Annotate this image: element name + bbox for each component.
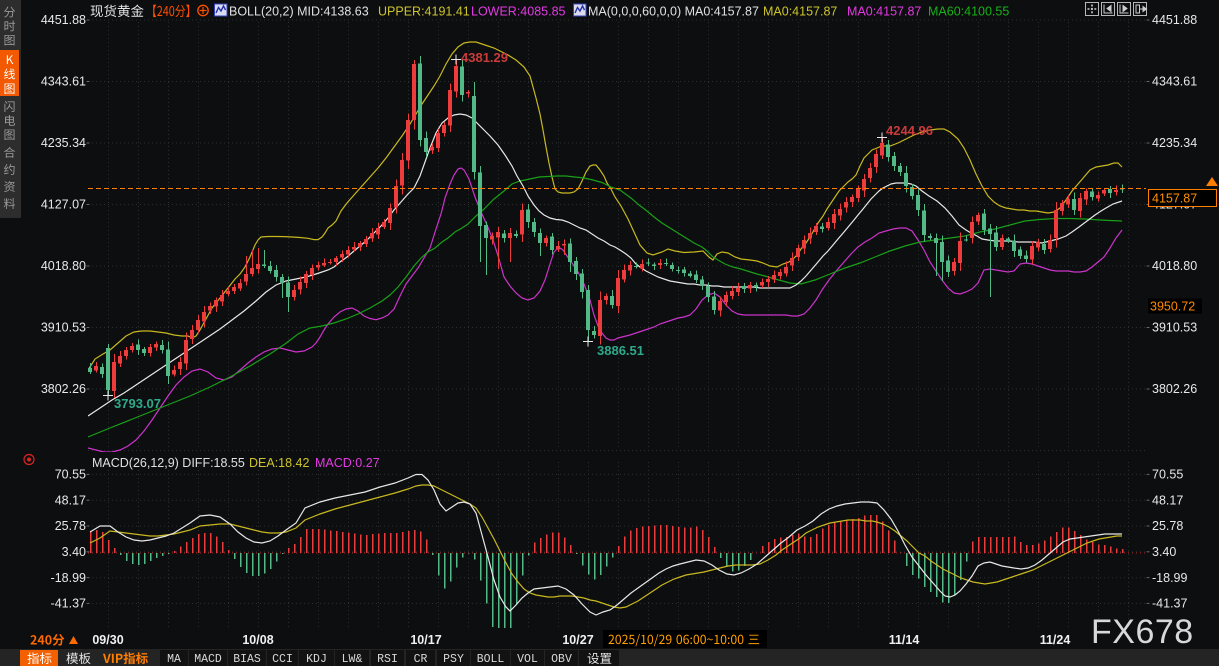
svg-text:11/24: 11/24: [1040, 633, 1071, 647]
svg-text:3802.26: 3802.26: [41, 382, 86, 396]
svg-text:48.17: 48.17: [55, 493, 86, 507]
svg-text:10/27: 10/27: [562, 633, 593, 647]
svg-text:3793.07: 3793.07: [114, 396, 161, 411]
svg-text:-18.99: -18.99: [51, 571, 86, 585]
svg-text:4018.80: 4018.80: [1152, 259, 1197, 273]
svg-text:UPPER:4191.41: UPPER:4191.41: [378, 5, 470, 19]
svg-text:MA60:4100.55: MA60:4100.55: [928, 5, 1009, 19]
svg-text:MA0:4157.87: MA0:4157.87: [763, 5, 837, 19]
svg-text:LOWER:4085.85: LOWER:4085.85: [471, 5, 566, 19]
svg-text:4127.07: 4127.07: [41, 198, 86, 212]
svg-text:-41.37: -41.37: [1152, 597, 1187, 611]
svg-text:MA0:4157.87: MA0:4157.87: [847, 5, 921, 19]
svg-text:BIAS: BIAS: [233, 653, 261, 666]
svg-text:VOL: VOL: [517, 653, 538, 666]
svg-text:MA(0,0,0,60,0,0) MA0:4157.87: MA(0,0,0,60,0,0) MA0:4157.87: [588, 5, 759, 19]
svg-text:70.55: 70.55: [1152, 468, 1183, 482]
svg-text:MACD: MACD: [194, 653, 222, 666]
svg-text:CR: CR: [414, 653, 428, 666]
svg-text:25.78: 25.78: [55, 519, 86, 533]
svg-text:MA: MA: [167, 653, 181, 666]
svg-text:3950.72: 3950.72: [1150, 300, 1195, 314]
svg-text:4451.88: 4451.88: [41, 13, 86, 27]
svg-text:3910.53: 3910.53: [41, 321, 86, 335]
svg-text:11/14: 11/14: [889, 633, 920, 647]
svg-text:KDJ: KDJ: [306, 653, 327, 666]
svg-text:-41.37: -41.37: [51, 597, 86, 611]
svg-text:70.55: 70.55: [55, 468, 86, 482]
svg-text:48.17: 48.17: [1152, 493, 1183, 507]
svg-text:09/30: 09/30: [92, 633, 123, 647]
svg-text:LW&: LW&: [342, 653, 363, 666]
svg-text:BOLL(20,2) MID:4138.63: BOLL(20,2) MID:4138.63: [229, 5, 369, 19]
svg-text:CCI: CCI: [272, 653, 293, 666]
svg-text:PSY: PSY: [443, 653, 464, 666]
svg-text:MACD(26,12,9) DIFF:18.55: MACD(26,12,9) DIFF:18.55: [92, 456, 245, 470]
svg-text:3886.51: 3886.51: [597, 343, 644, 358]
svg-text:3.40: 3.40: [1152, 545, 1176, 559]
svg-text:MACD:0.27: MACD:0.27: [315, 456, 380, 470]
svg-text:3910.53: 3910.53: [1152, 321, 1197, 335]
svg-text:4343.61: 4343.61: [1152, 75, 1197, 89]
svg-text:BOLL: BOLL: [477, 653, 505, 666]
svg-text:4018.80: 4018.80: [41, 259, 86, 273]
svg-text:3.40: 3.40: [62, 545, 86, 559]
svg-text:DEA:18.42: DEA:18.42: [249, 456, 310, 470]
svg-text:FX678: FX678: [1091, 613, 1194, 651]
svg-text:4244.96: 4244.96: [886, 123, 933, 138]
svg-text:4235.34: 4235.34: [1152, 136, 1197, 150]
svg-text:4235.34: 4235.34: [41, 136, 86, 150]
svg-text:OBV: OBV: [551, 653, 572, 666]
svg-text:4157.87: 4157.87: [1152, 192, 1197, 206]
svg-text:-18.99: -18.99: [1152, 571, 1187, 585]
svg-text:4381.29: 4381.29: [461, 50, 508, 65]
svg-text:10/17: 10/17: [410, 633, 441, 647]
svg-text:10/08: 10/08: [242, 633, 273, 647]
svg-text:25.78: 25.78: [1152, 519, 1183, 533]
svg-text:RSI: RSI: [377, 653, 398, 666]
svg-text:3802.26: 3802.26: [1152, 382, 1197, 396]
svg-text:4343.61: 4343.61: [41, 75, 86, 89]
svg-text:4451.88: 4451.88: [1152, 13, 1197, 27]
